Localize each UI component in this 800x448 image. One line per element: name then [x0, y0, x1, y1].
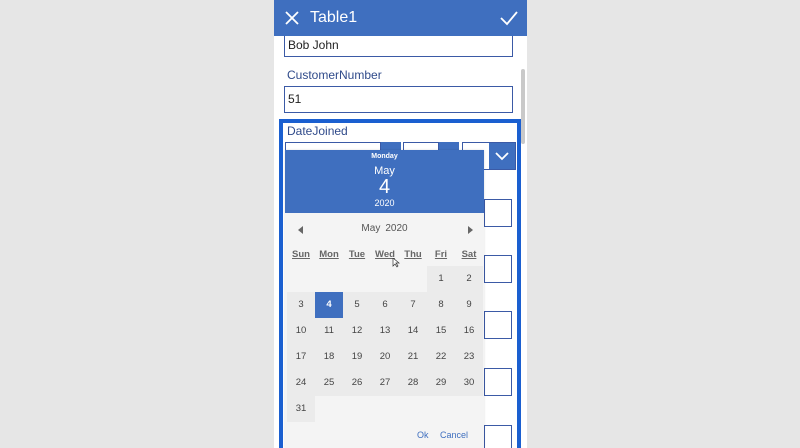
- form-scrollbar[interactable]: [521, 69, 525, 144]
- day-cell[interactable]: 27: [371, 370, 399, 396]
- day-cell[interactable]: 28: [399, 370, 427, 396]
- day-cell[interactable]: 10: [287, 318, 315, 344]
- minute-dropdown-button[interactable]: [489, 143, 515, 169]
- picker-header: Monday May 4 2020: [285, 150, 484, 213]
- hidden-field-3[interactable]: [484, 311, 512, 339]
- edit-form-screen: Table1 Bob John CustomerNumber 51 DateJo…: [274, 0, 527, 448]
- day-cell[interactable]: 8: [427, 292, 455, 318]
- name-field[interactable]: Bob John: [284, 33, 513, 57]
- day-cell[interactable]: 7: [399, 292, 427, 318]
- day-cell[interactable]: 23: [455, 344, 483, 370]
- weekday-header-row: Sun Mon Tue Wed Thu Fri Sat: [285, 249, 484, 263]
- nav-month: May: [361, 223, 381, 234]
- day-cell[interactable]: 6: [371, 292, 399, 318]
- selected-day-cell[interactable]: 4: [315, 292, 343, 318]
- day-cell[interactable]: 26: [343, 370, 371, 396]
- hidden-field-2[interactable]: [484, 255, 512, 283]
- weekday-label: Mon: [319, 249, 339, 260]
- cancel-button[interactable]: Cancel: [440, 430, 468, 440]
- day-cell[interactable]: 3: [287, 292, 315, 318]
- weekday-label: Fri: [434, 249, 448, 260]
- chevron-down-icon: [495, 152, 509, 161]
- day-cell[interactable]: 15: [427, 318, 455, 344]
- close-icon[interactable]: [283, 9, 301, 27]
- date-joined-label: DateJoined: [287, 124, 348, 138]
- day-cell[interactable]: 2: [455, 266, 483, 292]
- picker-header-weekday: Monday: [371, 153, 398, 160]
- day-cell[interactable]: 25: [315, 370, 343, 396]
- day-cell[interactable]: 22: [427, 344, 455, 370]
- weekday-label: Sat: [461, 249, 477, 260]
- day-cell[interactable]: 21: [399, 344, 427, 370]
- nav-year: 2020: [385, 223, 408, 234]
- day-cell[interactable]: 16: [455, 318, 483, 344]
- day-cell[interactable]: 9: [455, 292, 483, 318]
- hidden-field-1[interactable]: [484, 199, 512, 227]
- day-cell[interactable]: 29: [427, 370, 455, 396]
- picker-header-day: 4: [378, 176, 391, 198]
- weekday-label: Sun: [292, 249, 310, 260]
- day-cell[interactable]: 1: [427, 266, 455, 292]
- weekday-label: Thu: [404, 249, 422, 260]
- hidden-field-5[interactable]: [484, 425, 512, 448]
- month-year-label: May 2020: [285, 223, 484, 234]
- triangle-right-icon[interactable]: [463, 223, 477, 237]
- day-cell[interactable]: 17: [287, 344, 315, 370]
- day-cell[interactable]: 14: [399, 318, 427, 344]
- day-cell[interactable]: 18: [315, 344, 343, 370]
- picker-header-year: 2020: [374, 198, 395, 208]
- day-cell[interactable]: 19: [343, 344, 371, 370]
- title-bar: Table1: [274, 0, 527, 36]
- date-picker-popup: Monday May 4 2020 May 2020 Sun Mon Tue Wed Th…: [285, 150, 484, 448]
- customer-number-label: CustomerNumber: [287, 68, 382, 82]
- day-cell[interactable]: 24: [287, 370, 315, 396]
- weekday-label: Tue: [348, 249, 366, 260]
- check-icon[interactable]: [499, 9, 519, 27]
- day-cell[interactable]: 13: [371, 318, 399, 344]
- picker-footer: Ok Cancel: [285, 430, 484, 444]
- day-cell[interactable]: 12: [343, 318, 371, 344]
- ok-button[interactable]: Ok: [417, 430, 429, 440]
- day-cell[interactable]: 31: [287, 396, 315, 422]
- screen-title: Table1: [310, 9, 358, 26]
- day-cell[interactable]: 30: [455, 370, 483, 396]
- mouse-cursor-icon: [392, 258, 400, 268]
- customer-number-field[interactable]: 51: [284, 86, 513, 113]
- picker-calendar: May 2020 Sun Mon Tue Wed Thu Fri Sat 1234567891…: [285, 213, 484, 448]
- day-cell[interactable]: 5: [343, 292, 371, 318]
- hidden-field-4[interactable]: [484, 368, 512, 396]
- day-cell[interactable]: 20: [371, 344, 399, 370]
- day-cell[interactable]: 11: [315, 318, 343, 344]
